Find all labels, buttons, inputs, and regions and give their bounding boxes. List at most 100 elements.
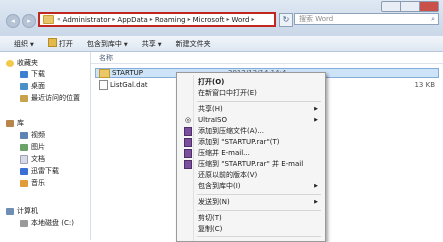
menu-item-compress-startup-email[interactable]: 压缩到 "STARTUP.rar" 并 E-mail bbox=[184, 159, 320, 169]
sidebar-item-videos[interactable]: 视频 bbox=[20, 130, 45, 140]
sidebar-item-label: 音乐 bbox=[31, 179, 45, 187]
address-bar[interactable]: « Administrator ▸ AppData ▸ Roaming ▸ Mi… bbox=[38, 12, 276, 27]
menu-item-ultraiso[interactable]: ◎ UltraISO ▶ bbox=[185, 115, 320, 125]
menu-separator bbox=[197, 194, 321, 195]
sidebar-item-music[interactable]: 音乐 bbox=[20, 178, 45, 188]
sidebar-item-label: 最近访问的位置 bbox=[31, 94, 80, 102]
menu-item-include-in-library[interactable]: 包含到库中(I) ▶ bbox=[198, 181, 320, 191]
sidebar-item-pictures[interactable]: 图片 bbox=[20, 142, 45, 152]
sidebar-item-libraries[interactable]: 库 bbox=[6, 118, 24, 128]
organize-button[interactable]: 组织 ▼ bbox=[14, 39, 34, 49]
sidebar-item-label: 图片 bbox=[31, 143, 45, 151]
recent-places-icon bbox=[20, 94, 28, 102]
submenu-arrow-icon: ▶ bbox=[314, 183, 318, 189]
folder-icon bbox=[99, 68, 110, 78]
submenu-arrow-icon: ▶ bbox=[314, 199, 318, 205]
include-in-library-label: 包含到库中 bbox=[86, 39, 122, 48]
menu-item-open[interactable]: 打开(O) bbox=[198, 77, 320, 87]
new-folder-label: 新建文件夹 bbox=[175, 39, 211, 48]
breadcrumb-item[interactable]: Roaming bbox=[155, 16, 186, 24]
folder-icon bbox=[43, 15, 54, 24]
computer-icon bbox=[6, 207, 14, 215]
winrar-icon bbox=[184, 160, 192, 169]
new-folder-button[interactable]: 新建文件夹 bbox=[176, 39, 211, 49]
title-bar: ◂ ▸ « Administrator ▸ AppData ▸ Roaming … bbox=[0, 0, 443, 36]
breadcrumb-separator[interactable]: ▸ bbox=[150, 16, 153, 23]
sidebar-item-downloads[interactable]: 下载 bbox=[20, 69, 45, 79]
menu-item-send-to[interactable]: 发送到(N) ▶ bbox=[198, 197, 320, 207]
sidebar-item-computer[interactable]: 计算机 bbox=[6, 206, 38, 216]
menu-item-restore-previous-versions[interactable]: 还原以前的版本(V) bbox=[198, 170, 320, 180]
breadcrumb-separator[interactable]: ▸ bbox=[226, 16, 229, 23]
sidebar-item-label: 本地磁盘 (C:) bbox=[31, 219, 74, 227]
folder-open-icon bbox=[47, 38, 57, 47]
menu-item-share[interactable]: 共享(H) ▶ bbox=[198, 104, 320, 114]
share-button[interactable]: 共享 ▼ bbox=[142, 39, 162, 49]
sidebar-item-label: 计算机 bbox=[17, 207, 38, 215]
chevron-down-icon: ▼ bbox=[123, 41, 128, 48]
breadcrumb-separator[interactable]: ▸ bbox=[112, 16, 115, 23]
column-header-row: 名称 bbox=[91, 52, 443, 64]
open-label: 打开 bbox=[58, 40, 73, 48]
search-input[interactable]: 搜索 Word ⌕ bbox=[294, 13, 439, 25]
submenu-arrow-icon: ▶ bbox=[314, 106, 318, 112]
document-icon bbox=[20, 154, 28, 164]
sidebar-item-label: 下载 bbox=[31, 70, 45, 78]
sidebar-item-favorites[interactable]: 收藏夹 bbox=[6, 58, 38, 68]
menu-item-label: 发送到(N) bbox=[198, 198, 230, 206]
ultraiso-icon: ◎ bbox=[184, 116, 192, 124]
menu-item-add-to-archive[interactable]: 添加到压缩文件(A)... bbox=[184, 126, 320, 136]
menu-item-compress-email[interactable]: 压缩并 E-mail... bbox=[184, 148, 320, 158]
sidebar-item-desktop[interactable]: 桌面 bbox=[20, 81, 45, 91]
sidebar-item-documents[interactable]: 文档 bbox=[20, 154, 45, 164]
menu-item-label: 共享(H) bbox=[198, 105, 223, 113]
video-icon bbox=[20, 131, 28, 139]
winrar-icon bbox=[184, 138, 192, 147]
file-icon bbox=[99, 80, 108, 90]
window-controls[interactable] bbox=[381, 1, 439, 12]
sidebar-item-local-disk-c[interactable]: 本地磁盘 (C:) bbox=[20, 218, 74, 228]
menu-item-add-to-startup-rar[interactable]: 添加到 "STARTUP.rar"(T) bbox=[184, 137, 320, 147]
sidebar-item-label: 收藏夹 bbox=[17, 59, 38, 67]
back-arrow-icon[interactable]: ◂ bbox=[6, 14, 20, 28]
menu-item-label: 打开(O) bbox=[198, 78, 225, 86]
include-in-library-button[interactable]: 包含到库中 ▼ bbox=[87, 39, 128, 49]
refresh-icon[interactable]: ↻ bbox=[279, 13, 293, 27]
search-icon[interactable]: ⌕ bbox=[431, 14, 435, 24]
library-icon bbox=[6, 119, 14, 127]
file-name: ListGal.dat bbox=[110, 81, 148, 89]
breadcrumb-item[interactable]: Microsoft bbox=[193, 16, 225, 24]
sidebar-item-recent-places[interactable]: 最近访问的位置 bbox=[20, 93, 80, 103]
organize-label: 组织 bbox=[14, 39, 28, 48]
menu-item-label: 在新窗口中打开(E) bbox=[198, 89, 257, 97]
menu-item-label: 还原以前的版本(V) bbox=[198, 171, 258, 179]
breadcrumb-separator[interactable]: ▸ bbox=[251, 16, 254, 23]
sidebar-item-label: 桌面 bbox=[31, 82, 45, 90]
submenu-arrow-icon: ▶ bbox=[314, 117, 318, 123]
winrar-icon bbox=[184, 127, 192, 136]
command-bar: 组织 ▼ 打开 包含到库中 ▼ 共享 ▼ 新建文件夹 bbox=[0, 36, 443, 52]
close-button[interactable] bbox=[420, 2, 438, 11]
menu-item-copy[interactable]: 复制(C) bbox=[198, 224, 320, 234]
chevron-down-icon: ▼ bbox=[157, 41, 162, 48]
menu-item-open-new-window[interactable]: 在新窗口中打开(E) bbox=[198, 88, 320, 98]
menu-item-cut[interactable]: 剪切(T) bbox=[198, 213, 320, 223]
menu-gutter bbox=[193, 75, 194, 241]
menu-separator bbox=[197, 210, 321, 211]
breadcrumb-item[interactable]: Administrator bbox=[63, 16, 111, 24]
menu-item-label: 压缩并 E-mail... bbox=[198, 149, 250, 157]
column-header-name[interactable]: 名称 bbox=[99, 53, 113, 63]
breadcrumb-item[interactable]: Word bbox=[231, 16, 249, 24]
breadcrumb-separator[interactable]: ▸ bbox=[188, 16, 191, 23]
minimize-button[interactable] bbox=[382, 2, 401, 11]
breadcrumb-overflow[interactable]: « bbox=[57, 16, 61, 23]
breadcrumb-item[interactable]: AppData bbox=[117, 16, 147, 24]
star-icon bbox=[6, 59, 14, 67]
sidebar-item-thunder-downloads[interactable]: 迅雷下载 bbox=[20, 166, 59, 176]
file-size: 13 KB bbox=[414, 81, 435, 89]
menu-item-label: 压缩到 "STARTUP.rar" 并 E-mail bbox=[198, 160, 304, 168]
forward-arrow-icon[interactable]: ▸ bbox=[22, 14, 36, 28]
open-button[interactable]: 打开 bbox=[47, 38, 73, 49]
maximize-button[interactable] bbox=[401, 2, 420, 11]
sidebar-item-label: 视频 bbox=[31, 131, 45, 139]
